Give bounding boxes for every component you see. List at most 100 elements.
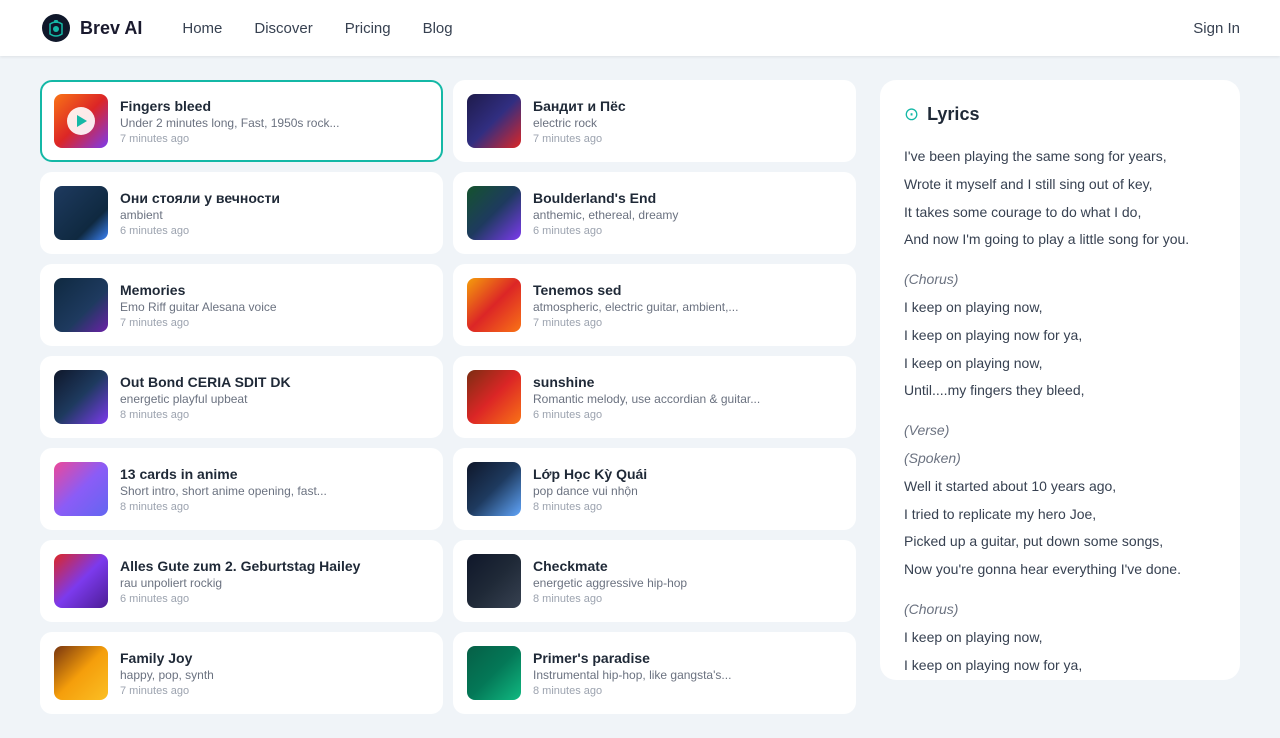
- song-desc-5: Emo Riff guitar Alesana voice: [120, 300, 429, 314]
- song-time-13: 7 minutes ago: [120, 685, 429, 697]
- song-time-9: 8 minutes ago: [120, 501, 429, 513]
- lyrics-line: I keep on playing now,: [904, 352, 1216, 376]
- header: Brev AI Home Discover Pricing Blog Sign …: [0, 0, 1280, 56]
- song-card-11[interactable]: Alles Gute zum 2. Geburtstag Hailey rau …: [40, 540, 443, 622]
- lyrics-line: I tried to replicate my hero Joe,: [904, 503, 1216, 527]
- lyrics-line: I've been playing the same song for year…: [904, 145, 1216, 169]
- nav-pricing[interactable]: Pricing: [345, 20, 391, 37]
- song-card-9[interactable]: 13 cards in anime Short intro, short ani…: [40, 448, 443, 530]
- song-list: Fingers bleed Under 2 minutes long, Fast…: [40, 80, 856, 714]
- song-thumb-2: [467, 94, 521, 148]
- song-info-1: Fingers bleed Under 2 minutes long, Fast…: [120, 98, 429, 145]
- song-time-14: 8 minutes ago: [533, 685, 842, 697]
- song-title-12: Checkmate: [533, 558, 842, 574]
- lyrics-panel: ⊙ Lyrics I've been playing the same song…: [880, 80, 1240, 680]
- song-card-8[interactable]: sunshine Romantic melody, use accordian …: [453, 356, 856, 438]
- song-info-3: Они стояли у вечности ambient 6 minutes …: [120, 190, 429, 237]
- song-time-1: 7 minutes ago: [120, 133, 429, 145]
- lyrics-stanza: (Verse) (Spoken) Well it started about 10 …: [904, 419, 1216, 582]
- lyrics-line: I keep on playing now for ya,: [904, 654, 1216, 678]
- song-desc-3: ambient: [120, 208, 429, 222]
- song-thumb-6: [467, 278, 521, 332]
- song-title-7: Out Bond CERIA SDIT DK: [120, 374, 429, 390]
- song-title-4: Boulderland's End: [533, 190, 842, 206]
- song-thumb-10: [467, 462, 521, 516]
- song-time-2: 7 minutes ago: [533, 133, 842, 145]
- logo-text: Brev AI: [80, 18, 142, 39]
- song-card-7[interactable]: Out Bond CERIA SDIT DK energetic playful…: [40, 356, 443, 438]
- song-thumb-12: [467, 554, 521, 608]
- song-card-2[interactable]: Бандит и Пёс electric rock 7 minutes ago: [453, 80, 856, 162]
- song-title-3: Они стояли у вечности: [120, 190, 429, 206]
- song-thumb-1: [54, 94, 108, 148]
- lyrics-stanza: (Chorus) I keep on playing now, I keep on …: [904, 268, 1216, 403]
- song-desc-4: anthemic, ethereal, dreamy: [533, 208, 842, 222]
- lyrics-label: (Spoken): [904, 447, 1216, 471]
- song-card-12[interactable]: Checkmate energetic aggressive hip-hop 8…: [453, 540, 856, 622]
- song-title-11: Alles Gute zum 2. Geburtstag Hailey: [120, 558, 429, 574]
- song-time-3: 6 minutes ago: [120, 225, 429, 237]
- song-card-4[interactable]: Boulderland's End anthemic, ethereal, dr…: [453, 172, 856, 254]
- logo-icon: [40, 12, 72, 44]
- song-card-5[interactable]: Memories Emo Riff guitar Alesana voice 7…: [40, 264, 443, 346]
- nav-blog[interactable]: Blog: [423, 20, 453, 37]
- song-time-10: 8 minutes ago: [533, 501, 842, 513]
- song-desc-12: energetic aggressive hip-hop: [533, 576, 842, 590]
- song-card-3[interactable]: Они стояли у вечности ambient 6 minutes …: [40, 172, 443, 254]
- song-desc-7: energetic playful upbeat: [120, 392, 429, 406]
- lyrics-line: Picked up a guitar, put down some songs,: [904, 530, 1216, 554]
- song-thumb-14: [467, 646, 521, 700]
- song-title-1: Fingers bleed: [120, 98, 429, 114]
- nav: Home Discover Pricing Blog: [182, 20, 1193, 37]
- song-desc-2: electric rock: [533, 116, 842, 130]
- song-thumb-5: [54, 278, 108, 332]
- song-time-4: 6 minutes ago: [533, 225, 842, 237]
- lyrics-label: (Verse): [904, 419, 1216, 443]
- nav-home[interactable]: Home: [182, 20, 222, 37]
- song-card-1[interactable]: Fingers bleed Under 2 minutes long, Fast…: [40, 80, 443, 162]
- song-thumb-8: [467, 370, 521, 424]
- song-info-6: Tenemos sed atmospheric, electric guitar…: [533, 282, 842, 329]
- lyrics-label: (Chorus): [904, 598, 1216, 622]
- main-content: Fingers bleed Under 2 minutes long, Fast…: [0, 56, 1280, 738]
- song-title-2: Бандит и Пёс: [533, 98, 842, 114]
- song-title-6: Tenemos sed: [533, 282, 842, 298]
- song-desc-13: happy, pop, synth: [120, 668, 429, 682]
- lyrics-title: Lyrics: [927, 104, 979, 125]
- lyrics-header: ⊙ Lyrics: [904, 104, 1216, 125]
- nav-discover[interactable]: Discover: [254, 20, 312, 37]
- song-desc-11: rau unpoliert rockig: [120, 576, 429, 590]
- logo[interactable]: Brev AI: [40, 12, 142, 44]
- song-info-13: Family Joy happy, pop, synth 7 minutes a…: [120, 650, 429, 697]
- song-desc-6: atmospheric, electric guitar, ambient,..…: [533, 300, 842, 314]
- song-thumb-4: [467, 186, 521, 240]
- lyrics-line: Well it started about 10 years ago,: [904, 475, 1216, 499]
- song-info-5: Memories Emo Riff guitar Alesana voice 7…: [120, 282, 429, 329]
- song-time-5: 7 minutes ago: [120, 317, 429, 329]
- song-time-8: 6 minutes ago: [533, 409, 842, 421]
- song-title-13: Family Joy: [120, 650, 429, 666]
- song-time-7: 8 minutes ago: [120, 409, 429, 421]
- sign-in-button[interactable]: Sign In: [1193, 20, 1240, 37]
- lyrics-text: I've been playing the same song for year…: [904, 145, 1216, 680]
- lyrics-label: (Chorus): [904, 268, 1216, 292]
- song-card-10[interactable]: Lớp Học Kỳ Quái pop dance vui nhộn 8 min…: [453, 448, 856, 530]
- song-card-14[interactable]: Primer's paradise Instrumental hip-hop, …: [453, 632, 856, 714]
- play-button-1[interactable]: [67, 107, 95, 135]
- song-info-7: Out Bond CERIA SDIT DK energetic playful…: [120, 374, 429, 421]
- song-thumb-13: [54, 646, 108, 700]
- song-card-13[interactable]: Family Joy happy, pop, synth 7 minutes a…: [40, 632, 443, 714]
- song-time-11: 6 minutes ago: [120, 593, 429, 605]
- song-info-8: sunshine Romantic melody, use accordian …: [533, 374, 842, 421]
- lyrics-line: It takes some courage to do what I do,: [904, 201, 1216, 225]
- song-title-8: sunshine: [533, 374, 842, 390]
- song-info-11: Alles Gute zum 2. Geburtstag Hailey rau …: [120, 558, 429, 605]
- song-card-6[interactable]: Tenemos sed atmospheric, electric guitar…: [453, 264, 856, 346]
- play-overlay: [54, 94, 108, 148]
- song-title-14: Primer's paradise: [533, 650, 842, 666]
- song-info-9: 13 cards in anime Short intro, short ani…: [120, 466, 429, 513]
- lyrics-line: Until....my fingers they bleed,: [904, 379, 1216, 403]
- song-thumb-7: [54, 370, 108, 424]
- lyrics-line: I keep on playing now,: [904, 296, 1216, 320]
- lyrics-line: I keep on playing now for ya,: [904, 324, 1216, 348]
